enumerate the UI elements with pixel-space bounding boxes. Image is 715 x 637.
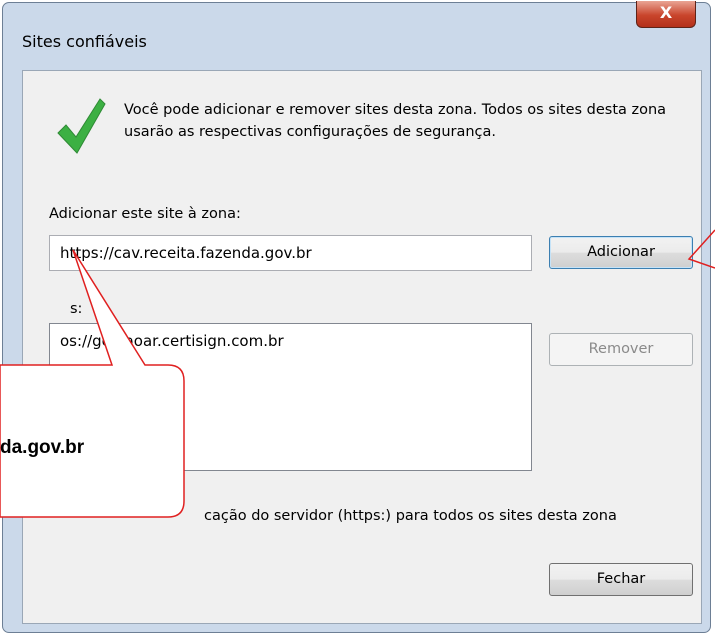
sites-list[interactable]: os://gestaoar.certisign.com.br — [49, 323, 532, 471]
sites-label: s: — [70, 301, 83, 317]
https-requirement-text: cação do servidor (https:) para todos os… — [204, 508, 617, 524]
checkmark-icon — [57, 98, 106, 154]
list-item[interactable]: os://gestaoar.certisign.com.br — [60, 332, 284, 350]
close-button[interactable]: Fechar — [549, 563, 693, 596]
add-site-label: Adicionar este site à zona: — [49, 206, 241, 222]
info-text: Você pode adicionar e remover sites dest… — [124, 102, 667, 140]
close-icon: X — [659, 3, 673, 22]
remove-button[interactable]: Remover — [549, 333, 693, 366]
add-button[interactable]: Adicionar — [549, 236, 693, 269]
close-window-button[interactable]: X — [636, 1, 696, 28]
title-bar[interactable] — [3, 3, 710, 33]
site-url-input[interactable]: https://cav.receita.fazenda.gov.br — [49, 235, 532, 271]
callout-text: da.gov.br — [0, 437, 85, 458]
dialog-title: Sites confiáveis — [22, 32, 147, 51]
